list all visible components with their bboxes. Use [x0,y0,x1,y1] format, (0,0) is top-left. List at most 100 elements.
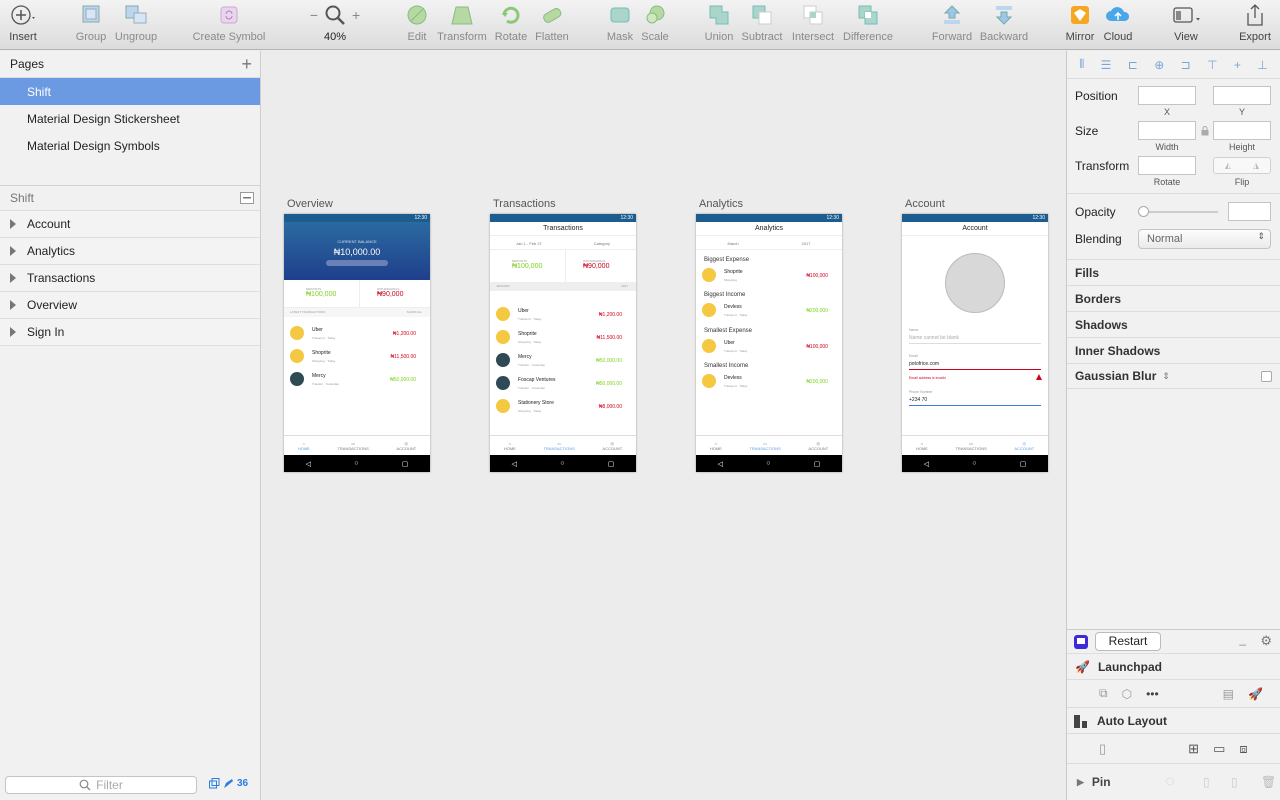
analytics-row[interactable]: Shoprite Shopping ₦100,000 [696,264,842,287]
name-field[interactable]: Name cannot be blank [909,335,1041,344]
create-symbol-button[interactable]: Create Symbol [192,0,266,50]
difference-button[interactable]: Difference [840,0,896,50]
align-center-icon[interactable]: ⊕ [1154,58,1164,72]
launchpad-rocket-icon[interactable]: 🚀 [1248,687,1263,701]
disclosure-triangle-icon[interactable] [10,273,16,283]
tab-account[interactable]: ◎ ACCOUNT [396,441,416,451]
collapse-layers-icon[interactable] [240,192,254,204]
transaction-row[interactable]: Shoprite Shopping · Today ₦11,500.00 [284,345,430,368]
pin-disclosure-icon[interactable]: ▶ [1077,777,1084,788]
ungroup-button[interactable]: Ungroup [112,0,160,50]
rotate-input[interactable] [1138,156,1196,175]
tab-transactions[interactable]: ▭ TRANSACTIONS [749,441,780,451]
artboard-analytics[interactable]: 12:30 Analytics March 2017 Biggest Expens… [696,214,842,472]
pin-horizontal-icon[interactable]: ▯ [1203,775,1210,789]
analytics-row[interactable]: Uber Transport · Today ₦100,000 [696,335,842,358]
pin-vertical-icon[interactable]: ▯ [1231,775,1238,789]
inner-shadows-section[interactable]: Inner Shadows [1067,337,1280,363]
disclosure-triangle-icon[interactable] [10,327,16,337]
tab-account[interactable]: ◎ ACCOUNT [808,441,828,451]
page-item-shift[interactable]: Shift [0,78,260,105]
home-icon[interactable]: ○ [972,460,976,467]
back-icon[interactable]: ◁ [718,460,723,468]
transaction-row[interactable]: Uber Transport · Today ₦1,200.00 [284,322,430,345]
launchpad-cube-icon[interactable]: ⬡ [1122,687,1132,701]
responsive-icon[interactable]: ⧈ [1239,741,1247,757]
distribute-vertical-icon[interactable]: ☰ [1101,58,1112,72]
disclosure-triangle-icon[interactable] [10,300,16,310]
recents-icon[interactable]: ▢ [1020,460,1027,468]
opacity-slider[interactable] [1138,206,1218,217]
grid-icon[interactable]: ⊞ [1188,741,1199,757]
balance-pill[interactable] [326,260,388,266]
view-button[interactable]: View [1166,0,1206,50]
transaction-row[interactable]: Mercy Transfer · Yesterday ₦50,000.00 [284,368,430,391]
artboard-title-analytics[interactable]: Analytics [699,198,743,210]
recents-icon[interactable]: ▢ [814,460,821,468]
disclosure-triangle-icon[interactable] [10,246,16,256]
back-icon[interactable]: ◁ [924,460,929,468]
profile-avatar[interactable] [945,253,1005,313]
rotate-button[interactable]: Rotate [492,0,530,50]
artboard-icon[interactable]: ▯ [1099,741,1106,757]
subtract-button[interactable]: Subtract [740,0,784,50]
artboard-transactions[interactable]: 12:30 Transactions Jan 1 - Feb 27 Categor… [490,214,636,472]
mask-button[interactable]: Mask [604,0,636,50]
artboard-title-account[interactable]: Account [905,198,945,210]
tab-home[interactable]: ⌂ HOME [710,441,722,451]
artboard-title-overview[interactable]: Overview [287,198,333,210]
distribute-horizontal-icon[interactable]: ⫴ [1079,57,1084,72]
union-button[interactable]: Union [702,0,736,50]
transaction-row[interactable]: Shoprite Shopping · Today ₦11,500.00 [490,326,636,349]
artboard-overview[interactable]: 12:30 CURRENT BALANCE ₦10,000.00 DEPOSIT… [284,214,430,472]
home-icon[interactable]: ○ [354,460,358,467]
insert-button[interactable]: Insert [6,0,40,50]
height-input[interactable] [1213,121,1271,140]
analytics-row[interactable]: Devless Transport · Today ₦200,000 [696,299,842,322]
opacity-slider-knob[interactable] [1138,206,1149,217]
zoom-in-icon[interactable]: + [352,7,360,23]
flip-buttons[interactable]: ◭ ◮ [1213,157,1271,174]
mirror-button[interactable]: Mirror [1062,0,1098,50]
device-icon[interactable]: ▭ [1213,741,1225,757]
back-icon[interactable]: ◁ [306,460,311,468]
layer-analytics[interactable]: Analytics [0,238,260,265]
layer-transactions[interactable]: Transactions [0,265,260,292]
align-top-icon[interactable]: ⊤ [1207,58,1217,72]
page-item-symbols[interactable]: Material Design Symbols [0,132,260,159]
artboard-title-transactions[interactable]: Transactions [493,198,556,210]
launchpad-header[interactable]: 🚀 Launchpad [1067,653,1280,679]
backward-button[interactable]: Backward [978,0,1030,50]
blur-type-arrows-icon[interactable]: ⇕ [1162,371,1170,382]
transaction-row[interactable]: Uber Transport · Today ₦1,200.00 [490,303,636,326]
pages-filter-icon[interactable] [209,778,220,789]
tab-account[interactable]: ◎ ACCOUNT [602,441,622,451]
flatten-button[interactable]: Flatten [532,0,572,50]
position-x-input[interactable] [1138,86,1196,105]
artboard-account[interactable]: 12:30 Account Name Name cannot be blank … [902,214,1048,472]
blending-select[interactable]: Normal ⇕ [1138,229,1271,249]
disclosure-triangle-icon[interactable] [10,219,16,229]
layer-overview[interactable]: Overview [0,292,260,319]
zoom-control[interactable]: − + 40% [306,0,364,50]
transaction-row[interactable]: Foscap Ventures Transfer · Yesterday ₦50,0… [490,372,636,395]
blur-checkbox[interactable] [1261,371,1272,382]
align-middle-icon[interactable]: + [1234,58,1241,72]
group-button[interactable]: Group [72,0,110,50]
flip-vertical-icon[interactable]: ◮ [1253,161,1259,170]
back-icon[interactable]: ◁ [512,460,517,468]
flip-horizontal-icon[interactable]: ◭ [1225,161,1231,170]
tab-home[interactable]: ⌂ HOME [916,441,928,451]
zoom-out-icon[interactable]: − [310,7,318,23]
recents-icon[interactable]: ▢ [608,460,615,468]
auto-layout-header[interactable]: Auto Layout [1067,707,1280,733]
tab-account[interactable]: ◎ ACCOUNT [1014,441,1034,451]
email-field[interactable]: potofrice.com [909,361,1041,370]
width-input[interactable] [1138,121,1196,140]
opacity-input[interactable] [1228,202,1271,221]
analytics-row[interactable]: Devless Transport · Today ₦200,000 [696,370,842,393]
align-left-icon[interactable]: ⊏ [1128,58,1138,72]
scale-button[interactable]: Scale [638,0,672,50]
tab-transactions[interactable]: ▭ TRANSACTIONS [955,441,986,451]
align-right-icon[interactable]: ⊐ [1181,58,1191,72]
